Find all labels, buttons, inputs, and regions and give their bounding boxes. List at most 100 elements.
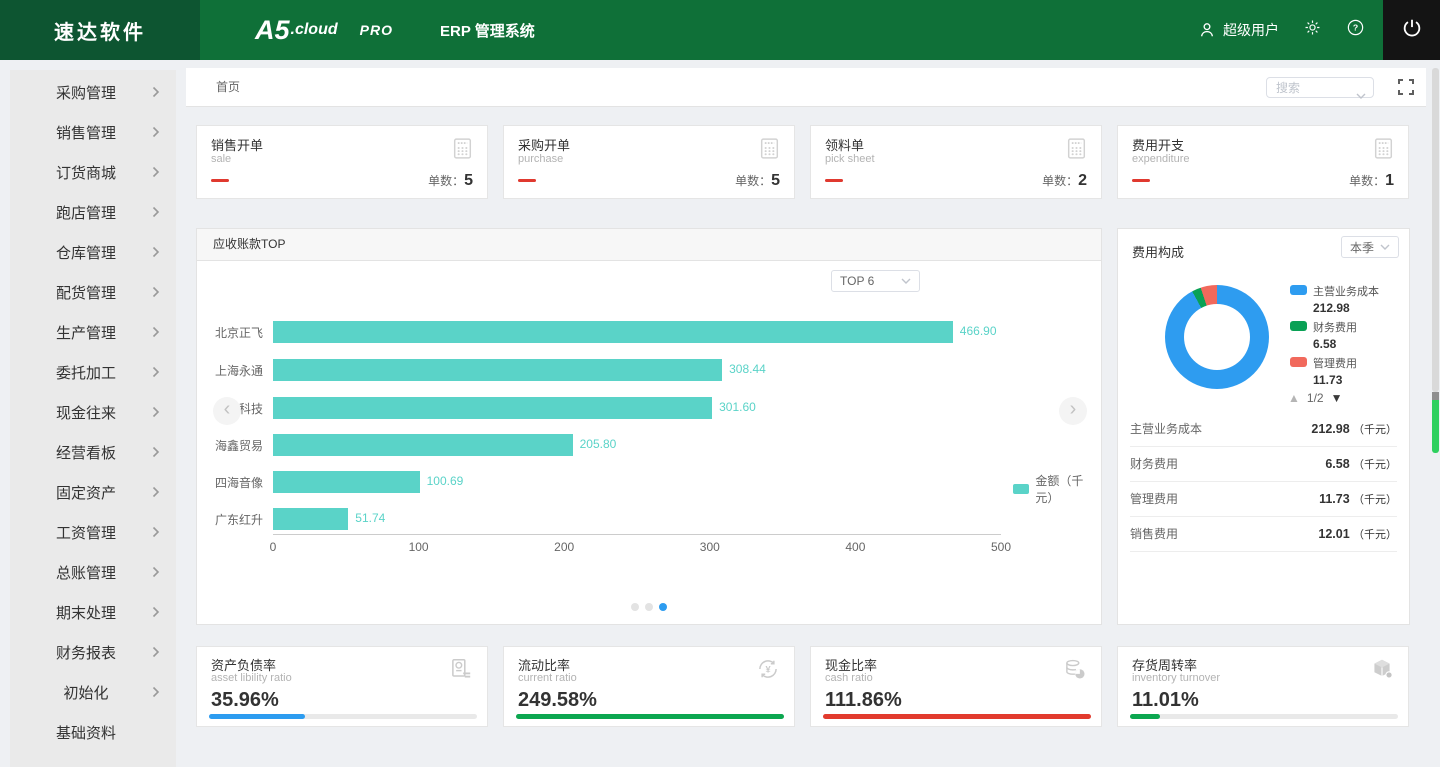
summary-card-1[interactable]: 销售开单 sale 单数：5 xyxy=(196,125,488,199)
bar xyxy=(273,321,953,343)
bar-value-label: 301.60 xyxy=(719,400,756,414)
red-dash-indicator xyxy=(211,179,229,182)
x-axis-tick: 200 xyxy=(554,540,575,554)
expense-value: 12.01 （千元） xyxy=(1318,527,1397,541)
sidebar-item-label: 期末处理 xyxy=(55,604,116,622)
card-subtitle: purchase xyxy=(518,153,564,165)
card-subtitle: inventory turnover xyxy=(1132,672,1221,684)
sidebar-item-label: 财务报表 xyxy=(55,644,116,662)
user-icon xyxy=(1197,20,1217,40)
bar-category-label: 上海永通 xyxy=(214,364,263,378)
sidebar-item-label: 跑店管理 xyxy=(55,204,116,222)
sidebar-item-14[interactable]: 期末处理 xyxy=(10,592,176,632)
carousel-dot-2[interactable] xyxy=(645,603,653,611)
legend-swatch xyxy=(1013,484,1030,494)
expense-label: 主营业务成本 xyxy=(1130,422,1203,436)
legend-value: 212.98 xyxy=(1313,301,1350,315)
chevron-down-icon xyxy=(1356,86,1366,104)
sidebar-item-12[interactable]: 工资管理 xyxy=(10,512,176,552)
sidebar-item-13[interactable]: 总账管理 xyxy=(10,552,176,592)
pager-up-icon[interactable]: ▲ xyxy=(1288,391,1300,405)
ratio-value: 11.01% xyxy=(1132,689,1199,711)
fullscreen-button[interactable] xyxy=(1398,79,1414,95)
breadcrumb-bar: 首页 xyxy=(186,68,1426,107)
sidebar-item-label: 总账管理 xyxy=(55,564,116,582)
sidebar-menu: 采购管理销售管理订货商城跑店管理仓库管理配货管理生产管理委托加工现金往来 经营看板… xyxy=(10,70,176,767)
progress-fill xyxy=(1130,714,1160,719)
sidebar-item-label: 委托加工 xyxy=(55,364,116,382)
sidebar-item-7[interactable]: 生产管理 xyxy=(10,312,176,352)
svg-text:¥: ¥ xyxy=(765,664,771,674)
sidebar-item-11[interactable]: 固定资产 xyxy=(10,472,176,512)
sidebar-item-2[interactable]: 销售管理 xyxy=(10,112,176,152)
logout-button[interactable] xyxy=(1383,0,1440,60)
fullscreen-icon xyxy=(1398,79,1403,84)
sidebar-item-label: 初始化 xyxy=(63,684,109,702)
carousel-dot-1[interactable] xyxy=(631,603,639,611)
scrollbar-thumb[interactable] xyxy=(1432,400,1439,453)
sidebar-item-3[interactable]: 订货商城 xyxy=(10,152,176,192)
progress-track xyxy=(516,714,784,719)
summary-card-2[interactable]: 采购开单 purchase 单数：5 xyxy=(503,125,795,199)
expense-value: 6.58 （千元） xyxy=(1325,457,1397,471)
bar-value-label: 466.90 xyxy=(959,324,997,338)
red-dash-indicator xyxy=(825,179,843,182)
expense-label: 管理费用 xyxy=(1130,492,1179,506)
card-subtitle: pick sheet xyxy=(825,153,875,165)
period-select[interactable]: 本季 xyxy=(1341,236,1399,258)
sidebar-item-label: 固定资产 xyxy=(55,484,116,502)
calculator-icon xyxy=(1064,136,1089,166)
top-n-select[interactable]: TOP 6 xyxy=(831,270,920,292)
doc-coin-icon xyxy=(448,656,474,687)
carousel-next-button[interactable]: › xyxy=(1059,397,1087,425)
scrollbar-track[interactable] xyxy=(1432,68,1439,392)
pager-label: 1/2 xyxy=(1306,391,1324,405)
legend-value: 11.73 xyxy=(1313,373,1343,387)
carousel-dot-3[interactable] xyxy=(659,603,667,611)
expense-list-row: 销售费用 12.01 （千元） xyxy=(1130,517,1397,552)
bar xyxy=(273,397,713,419)
summary-card-4[interactable]: 费用开支 expenditure 单数：1 xyxy=(1117,125,1409,199)
carousel-prev-button[interactable]: ‹ xyxy=(213,397,241,425)
help-button[interactable]: ? xyxy=(1346,18,1365,42)
sidebar-item-label: 配货管理 xyxy=(55,284,116,302)
sidebar-item-15[interactable]: 财务报表 xyxy=(10,632,176,672)
sidebar-item-10[interactable]: 经营看板 xyxy=(10,432,176,472)
progress-fill xyxy=(209,714,306,719)
chart-legend: 金额（千元） xyxy=(1013,472,1101,506)
card-count: 单数：5 xyxy=(428,172,473,189)
user-menu[interactable]: 超级用户 xyxy=(1197,20,1279,40)
chevron-right-icon xyxy=(152,526,160,538)
sidebar-item-16[interactable]: 初始化 xyxy=(10,672,176,712)
sidebar-item-9[interactable]: 现金往来 xyxy=(10,392,176,432)
summary-card-3[interactable]: 领料单 pick sheet 单数：2 xyxy=(810,125,1102,199)
sidebar-item-label: 采购管理 xyxy=(55,84,116,102)
app-header: 速达软件 A5 .cloud PRO ERP 管理系统 超级用户 ? xyxy=(0,0,1440,60)
red-dash-indicator xyxy=(518,179,536,182)
calculator-icon xyxy=(1371,136,1396,166)
settings-button[interactable] xyxy=(1303,18,1322,42)
tab-home[interactable]: 首页 xyxy=(216,68,240,106)
sidebar-item-5[interactable]: 仓库管理 xyxy=(10,232,176,272)
x-axis-tick: 0 xyxy=(269,540,277,554)
expense-donut-chart xyxy=(1165,285,1269,389)
sidebar-item-1[interactable]: 采购管理 xyxy=(10,72,176,112)
sidebar-item-17[interactable]: 基础资料 xyxy=(10,712,176,752)
donut-legend-item: 财务费用 6.58 xyxy=(1290,319,1357,351)
pager-down-icon[interactable]: ▼ xyxy=(1331,391,1343,405)
chevron-right-icon xyxy=(152,686,160,698)
coins-pie-icon xyxy=(1062,656,1088,687)
search-combobox[interactable] xyxy=(1266,77,1374,99)
bar-category-label: 北京正飞 xyxy=(214,326,263,340)
card-subtitle: asset libility ratio xyxy=(211,672,292,684)
expense-value: 212.98 （千元） xyxy=(1311,422,1397,436)
red-dash-indicator xyxy=(1132,179,1150,182)
app-logo: 速达软件 xyxy=(0,0,200,60)
sidebar-item-8[interactable]: 委托加工 xyxy=(10,352,176,392)
bar-category-label: 广东红升 xyxy=(214,513,263,527)
sidebar-item-label: 销售管理 xyxy=(55,124,116,142)
power-icon xyxy=(1401,17,1423,44)
sidebar-item-label: 订货商城 xyxy=(55,164,116,182)
sidebar-item-6[interactable]: 配货管理 xyxy=(10,272,176,312)
sidebar-item-4[interactable]: 跑店管理 xyxy=(10,192,176,232)
